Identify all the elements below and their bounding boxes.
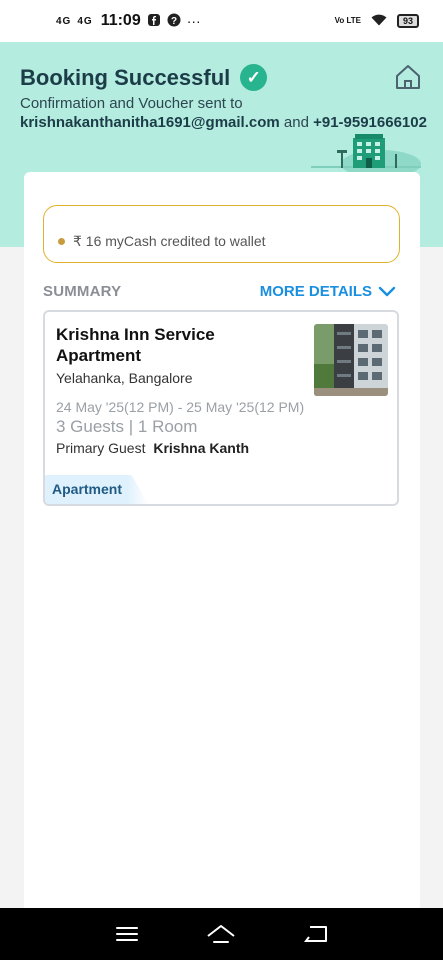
- clock: 11:09: [100, 12, 141, 29]
- mycash-credit-text: ₹ 16 myCash credited to wallet: [73, 233, 266, 249]
- guests-rooms: 3 Guests | 1 Room: [56, 417, 198, 436]
- system-navigation-bar: [0, 908, 443, 960]
- battery-icon: 93: [396, 14, 419, 28]
- more-dots-icon: ···: [186, 13, 201, 29]
- home-icon[interactable]: [393, 62, 423, 92]
- hotel-building-illustration: [311, 132, 421, 178]
- status-bar: 4G 4G 11:09 ? ··· Vo LTE 93: [0, 0, 443, 42]
- signal-icon-2: 4G: [77, 15, 93, 27]
- more-details-button[interactable]: MORE DETAILS: [260, 283, 396, 300]
- wifi-icon: [371, 13, 387, 29]
- confirmation-text: Confirmation and Voucher sent to: [20, 95, 243, 112]
- status-left: 4G 4G 11:09 ? ···: [56, 12, 201, 30]
- hotel-name: Krishna Inn Service Apartment: [56, 325, 215, 365]
- email-address: krishnakanthanitha1691@gmail.com: [20, 114, 280, 131]
- home-nav-icon[interactable]: [206, 922, 236, 946]
- page-title: Booking Successful: [20, 64, 231, 90]
- svg-text:?: ?: [171, 16, 177, 27]
- more-details-label: MORE DETAILS: [259, 283, 372, 300]
- stay-dates: 24 May '25(12 PM) - 25 May '25(12 PM): [56, 399, 305, 415]
- hotel-location: Yelahanka, Bangalore: [56, 370, 193, 386]
- help-icon: ?: [167, 13, 181, 30]
- booking-summary-card: ₹ 16 myCash credited to wallet SUMMARY M…: [24, 172, 420, 912]
- menu-icon[interactable]: [112, 922, 142, 946]
- signal-icon: 4G: [56, 15, 72, 27]
- primary-guest-name: Krishna Kanth: [153, 440, 250, 456]
- primary-guest-label: Primary Guest: [56, 440, 146, 456]
- summary-heading: SUMMARY: [43, 283, 122, 300]
- and-text: and: [283, 114, 309, 131]
- confirmation-recipients: krishnakanthanitha1691@gmail.com and +91…: [20, 114, 427, 131]
- status-right: Vo LTE 93: [335, 13, 419, 29]
- chevron-down-icon: [378, 286, 396, 296]
- phone-number: +91-9591666102: [313, 114, 427, 131]
- volte-icon: Vo LTE: [334, 16, 361, 25]
- hotel-thumbnail: [314, 324, 388, 396]
- coin-icon: [58, 238, 65, 245]
- check-circle-icon: ✓: [240, 64, 268, 91]
- primary-guest: Primary Guest Krishna Kanth: [56, 440, 249, 456]
- header-title-row: Booking Successful ✓: [20, 64, 268, 91]
- property-type-badge: Apartment: [45, 475, 149, 504]
- facebook-icon: [147, 13, 161, 30]
- back-icon[interactable]: [301, 922, 331, 946]
- hotel-booking-card[interactable]: Krishna Inn Service Apartment Yelahanka,…: [43, 310, 399, 506]
- mycash-credit-banner: ₹ 16 myCash credited to wallet: [43, 205, 400, 263]
